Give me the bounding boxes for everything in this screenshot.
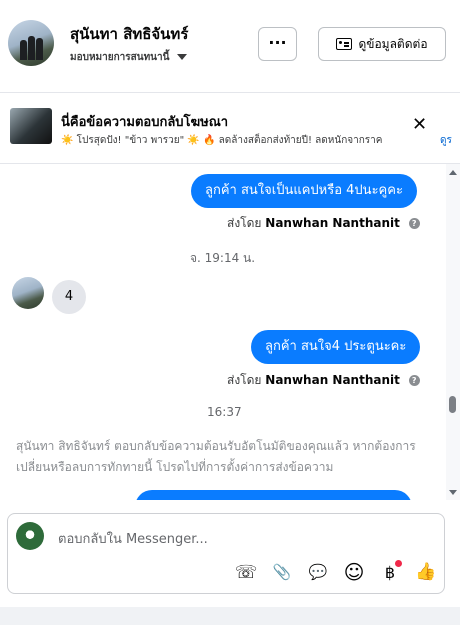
sender-name: Nanwhan Nanthanit (265, 216, 400, 230)
timestamp: 16:37 (207, 405, 242, 419)
contact-avatar[interactable] (8, 20, 54, 66)
outgoing-message[interactable]: ลูกค้า สนใจ4 ประตูนะคะ (251, 330, 421, 364)
payment-icon[interactable]: ฿ (376, 559, 404, 585)
close-icon[interactable]: ✕ (412, 116, 430, 134)
saved-reply-icon[interactable]: 💬 (304, 559, 332, 585)
emoji-glyph: ☺ (343, 560, 365, 584)
saved-reply-glyph: 💬 (308, 563, 328, 581)
sent-by-prefix: ส่งโดย (227, 216, 262, 230)
scroll-up-arrow-icon[interactable] (449, 170, 457, 175)
auto-reply-notice: สุนันทา สิทธิจันทร์ ตอบกลับข้อความต้อนรั… (16, 439, 416, 474)
attach-glyph: 📎 (272, 563, 292, 581)
view-contact-info-label: ดูข้อมูลติดต่อ (358, 36, 428, 51)
more-options-button[interactable]: ··· (258, 27, 297, 61)
message-thread: ลูกค้า สนใจเป็นแคปหรือ 4ปนะคูคะ ส่งโดย N… (0, 164, 446, 500)
caret-down-icon (176, 54, 187, 60)
payment-glyph: ฿ (384, 562, 396, 582)
incoming-message[interactable]: 4 (52, 280, 86, 314)
contact-avatar-small[interactable] (12, 277, 44, 309)
outgoing-message[interactable]: ลูกค้า สนใจเป็นแคปหรือ 4ปนะคูคะ (191, 174, 417, 208)
timestamp: จ. 19:14 น. (190, 251, 256, 265)
scrollbar-thumb[interactable] (449, 396, 456, 413)
sent-by-prefix: ส่งโดย (227, 373, 262, 387)
like-glyph: 👍 (415, 562, 437, 582)
outgoing-message-partial[interactable] (135, 490, 412, 500)
conversation-header: สุนันทา สิทธิจันทร์ มอบหมายการสนทนานี้ ·… (0, 0, 460, 93)
info-icon[interactable]: ? (408, 218, 420, 229)
info-icon[interactable]: ? (408, 375, 420, 386)
page-avatar (16, 522, 44, 550)
sent-by-line: ส่งโดย Nanwhan Nanthanit ? (227, 214, 420, 233)
ad-reply-body: ☀️ โปรสุดปัง! "ข้าว พารวย" ☀️ 🔥 ลดล้างสต… (61, 135, 383, 146)
ad-reply-title: นี่คือข้อความตอบกลับโฆษณา (61, 115, 229, 130)
attach-icon[interactable]: 📎 (268, 559, 296, 585)
bottom-strip (0, 607, 460, 625)
assign-label: มอบหมายการสนทนานี้ (70, 52, 170, 63)
ad-see-more-link[interactable]: ดูร (440, 133, 452, 148)
sent-by-line: ส่งโดย Nanwhan Nanthanit ? (227, 371, 420, 390)
ad-thumbnail (10, 108, 52, 144)
reply-input[interactable]: ตอบกลับใน Messenger... (58, 528, 208, 549)
thread-scrollbar[interactable] (446, 164, 460, 500)
view-contact-info-button[interactable]: ดูข้อมูลติดต่อ (318, 27, 446, 61)
assign-conversation-dropdown[interactable]: มอบหมายการสนทนานี้ (70, 50, 187, 65)
message-composer[interactable]: ตอบกลับใน Messenger... ☏ 📎 💬 ☺ ฿ 👍 (7, 513, 445, 594)
ad-reply-banner: นี่คือข้อความตอบกลับโฆษณา ☀️ โปรสุดปัง! … (0, 93, 460, 164)
contact-card-icon (336, 38, 353, 50)
notification-dot (395, 560, 402, 567)
composer-toolbar: ☏ 📎 💬 ☺ ฿ 👍 (232, 559, 440, 585)
like-icon[interactable]: 👍 (412, 559, 440, 585)
call-icon[interactable]: ☏ (232, 559, 260, 585)
scroll-down-arrow-icon[interactable] (449, 490, 457, 495)
call-glyph: ☏ (234, 561, 258, 583)
emoji-icon[interactable]: ☺ (340, 559, 368, 585)
sender-name: Nanwhan Nanthanit (265, 373, 400, 387)
contact-name[interactable]: สุนันทา สิทธิจันทร์ (70, 22, 188, 46)
